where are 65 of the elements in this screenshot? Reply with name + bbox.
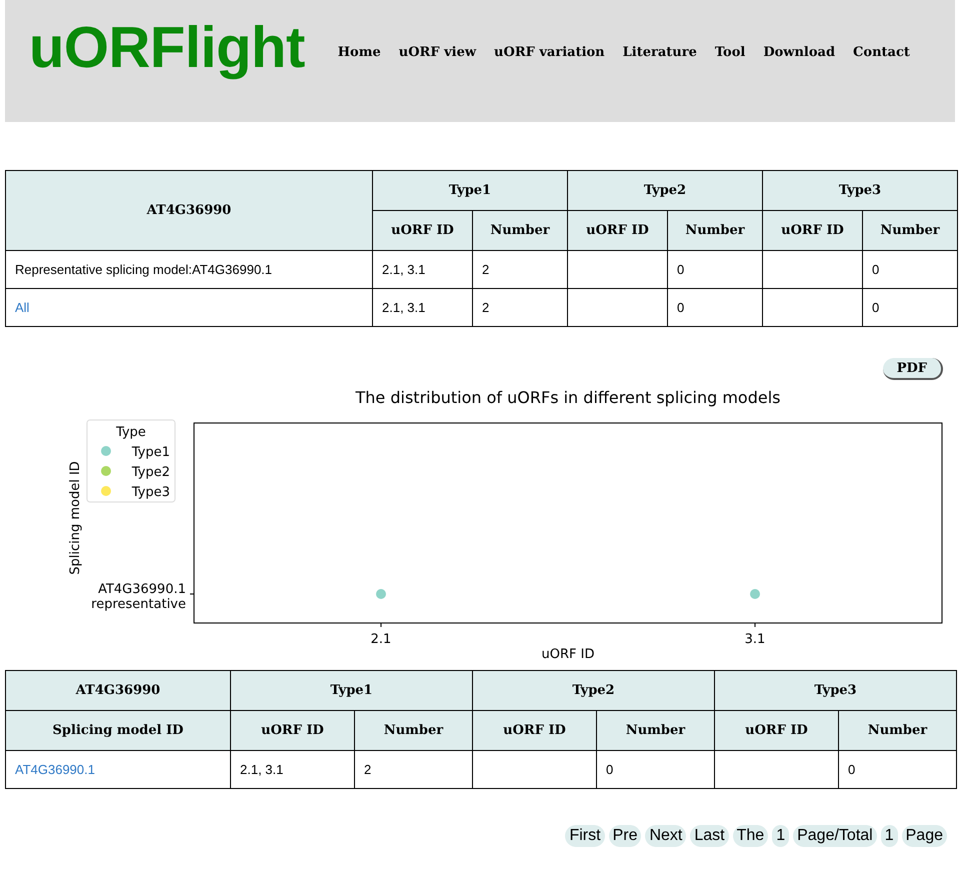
pagination-item[interactable]: Page bbox=[902, 825, 947, 847]
table-header: Number bbox=[862, 210, 958, 250]
table-cell: 2 bbox=[354, 750, 472, 788]
table-header: uORF ID bbox=[714, 710, 838, 750]
table-cell: 2.1, 3.1 bbox=[372, 250, 472, 288]
table-header: Number bbox=[838, 710, 956, 750]
nav-link[interactable]: uORF variation bbox=[494, 45, 605, 60]
legend-label: Type2 bbox=[132, 465, 170, 480]
table-cell: 2.1, 3.1 bbox=[230, 750, 354, 788]
table-header: uORF ID bbox=[762, 210, 862, 250]
nav-link[interactable]: Download bbox=[763, 45, 836, 60]
table-cell: Representative splicing model:AT4G36990.1 bbox=[6, 250, 372, 288]
pagination-item[interactable]: Last bbox=[690, 825, 729, 847]
table-cell: 0 bbox=[668, 250, 762, 288]
table-header: Type3 bbox=[714, 670, 956, 710]
legend-title: Type bbox=[116, 425, 146, 440]
table-header: Type3 bbox=[762, 170, 958, 210]
pagination-item[interactable]: 1 bbox=[772, 825, 790, 847]
legend-label: Type3 bbox=[132, 485, 170, 500]
pagination-item[interactable]: Next bbox=[645, 825, 686, 847]
chart-title: The distribution of uORFs in different splicing models bbox=[356, 388, 780, 407]
pagination-item[interactable]: Page/Total bbox=[793, 825, 877, 847]
pagination-item[interactable]: 1 bbox=[880, 825, 898, 847]
table-cell: 0 bbox=[596, 750, 714, 788]
table-cell: 0 bbox=[862, 250, 958, 288]
table-header: uORF ID bbox=[230, 710, 354, 750]
table-header: uORF ID bbox=[372, 210, 472, 250]
table-cell: 0 bbox=[862, 288, 958, 326]
table-header: AT4G36990 bbox=[6, 170, 372, 250]
nav-link[interactable]: uORF view bbox=[398, 45, 476, 60]
nav-link[interactable]: Contact bbox=[853, 45, 910, 60]
pagination-item[interactable]: Pre bbox=[608, 825, 642, 847]
table-cell: 2.1, 3.1 bbox=[372, 288, 472, 326]
pdf-button[interactable]: PDF bbox=[882, 358, 943, 380]
table-cell: 0 bbox=[838, 750, 956, 788]
pagination-item[interactable]: First bbox=[565, 825, 605, 847]
table-header: Number bbox=[668, 210, 762, 250]
legend-label: Type1 bbox=[132, 445, 170, 460]
table-header: Splicing model ID bbox=[6, 710, 230, 750]
x-tick-label: 3.1 bbox=[744, 632, 766, 647]
table-header: Number bbox=[354, 710, 472, 750]
y-axis-label: Splicing model ID bbox=[68, 461, 83, 575]
table-link[interactable]: All bbox=[15, 300, 30, 315]
table-header: Type1 bbox=[372, 170, 568, 210]
table-cell: 2 bbox=[472, 288, 568, 326]
x-axis-label: uORF ID bbox=[542, 647, 594, 660]
table-header: uORF ID bbox=[568, 210, 668, 250]
x-tick bbox=[754, 622, 756, 628]
table-header: uORF ID bbox=[472, 710, 596, 750]
table-header: Type1 bbox=[230, 670, 472, 710]
table-header: Number bbox=[472, 210, 568, 250]
table-header: Type2 bbox=[472, 670, 714, 710]
table-link[interactable]: AT4G36990.1 bbox=[15, 762, 95, 777]
x-tick bbox=[380, 622, 382, 628]
table-header: Type2 bbox=[568, 170, 762, 210]
x-tick-label: 2.1 bbox=[370, 632, 392, 647]
nav-link[interactable]: Home bbox=[338, 45, 381, 60]
y-tick-label: AT4G36990.1 representative bbox=[91, 582, 186, 612]
nav-link[interactable]: Literature bbox=[622, 45, 697, 60]
pagination-item[interactable]: The bbox=[732, 825, 768, 847]
table-header: Number bbox=[596, 710, 714, 750]
table-header: AT4G36990 bbox=[6, 670, 230, 710]
table-cell: 2 bbox=[472, 250, 568, 288]
table-cell: 0 bbox=[668, 288, 762, 326]
nav-link[interactable]: Tool bbox=[714, 45, 746, 60]
